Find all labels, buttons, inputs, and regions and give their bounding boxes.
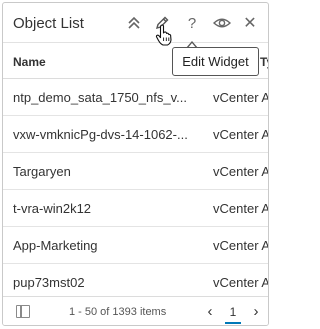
question-mark-icon[interactable]: ? bbox=[183, 14, 201, 32]
cell-name: App-Marketing bbox=[13, 238, 98, 253]
double-chevron-up-icon[interactable] bbox=[125, 14, 143, 32]
current-page[interactable]: 1 bbox=[225, 305, 241, 324]
cell-type: vCenter A bbox=[213, 201, 269, 216]
table-row[interactable]: Targaryen vCenter A bbox=[3, 153, 268, 190]
table-row[interactable]: t-vra-win2k12 vCenter A bbox=[3, 190, 268, 227]
cell-type: vCenter A bbox=[213, 275, 269, 290]
cell-name: t-vra-win2k12 bbox=[13, 201, 92, 216]
cell-type: vCenter A bbox=[213, 127, 269, 142]
table-row[interactable]: ntp_demo_sata_1750_nfs_v... vCenter A bbox=[3, 79, 268, 116]
cell-name: Targaryen bbox=[13, 164, 71, 179]
cell-type: vCenter A bbox=[213, 90, 269, 105]
table-row[interactable]: App-Marketing vCenter A bbox=[3, 227, 268, 264]
column-header-name[interactable]: Name bbox=[13, 55, 46, 69]
edit-widget-tooltip: Edit Widget bbox=[172, 47, 259, 76]
cell-name: ntp_demo_sata_1750_nfs_v... bbox=[13, 90, 187, 105]
eye-icon[interactable] bbox=[213, 14, 231, 32]
table-footer: 1 - 50 of 1393 items ‹ 1 › bbox=[3, 296, 268, 325]
widget-title: Object List bbox=[13, 15, 84, 32]
cell-name: pup73mst02 bbox=[13, 275, 85, 290]
table-row[interactable]: vxw-vmknicPg-dvs-14-1062-... vCenter A bbox=[3, 116, 268, 153]
widget-header: Object List ? ✕ bbox=[3, 3, 268, 43]
column-toggle-icon[interactable] bbox=[16, 305, 30, 318]
items-count: 1 - 50 of 1393 items bbox=[69, 306, 167, 318]
cell-type: vCenter A bbox=[213, 238, 269, 253]
prev-page-button[interactable]: ‹ bbox=[204, 303, 216, 320]
next-page-button[interactable]: › bbox=[250, 303, 262, 320]
hand-cursor-icon bbox=[155, 24, 172, 46]
column-header-type[interactable]: Ty bbox=[260, 55, 268, 69]
cell-type: vCenter A bbox=[213, 164, 269, 179]
close-icon[interactable]: ✕ bbox=[241, 14, 259, 32]
cell-name: vxw-vmknicPg-dvs-14-1062-... bbox=[13, 127, 188, 142]
